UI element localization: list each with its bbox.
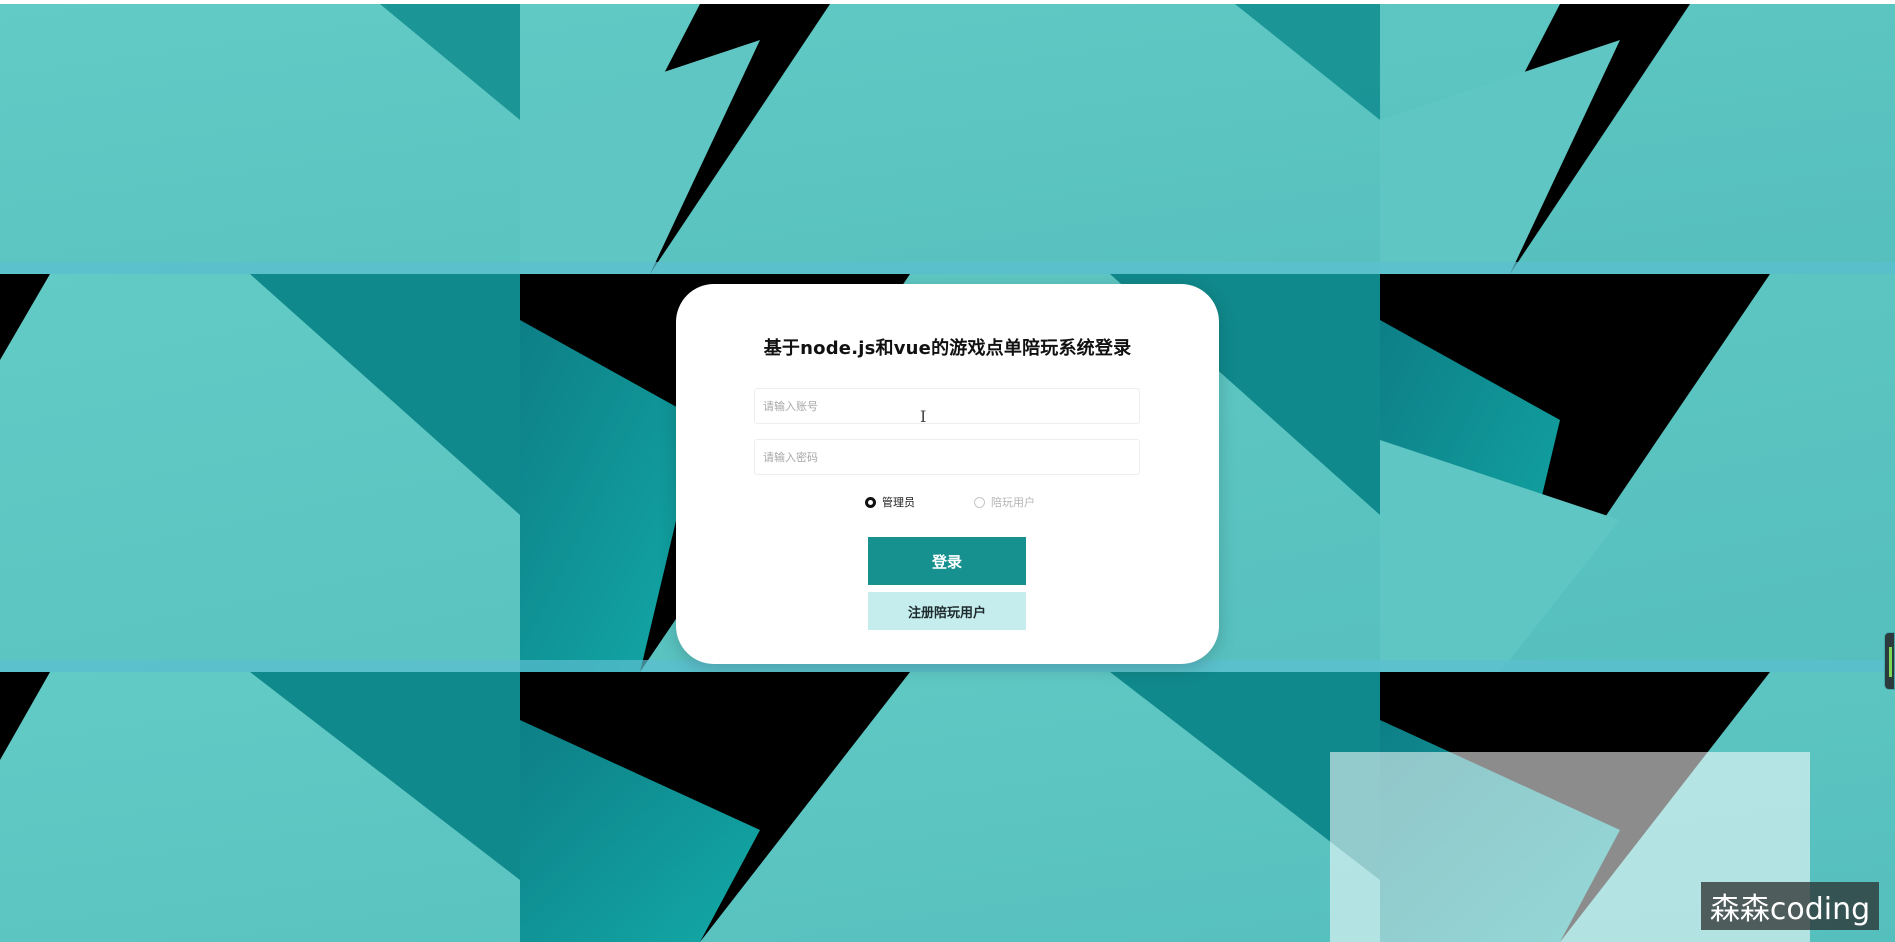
role-radio-group: 管理员 陪玩用户 — [676, 494, 1219, 510]
login-button[interactable]: 登录 — [868, 537, 1026, 585]
password-field[interactable] — [754, 439, 1140, 475]
side-panel-handle[interactable] — [1884, 632, 1895, 690]
account-input[interactable] — [755, 389, 1139, 423]
page-title: 基于node.js和vue的游戏点单陪玩系统登录 — [763, 338, 1132, 359]
register-companion-button[interactable]: 注册陪玩用户 — [868, 592, 1026, 630]
text-cursor-icon: I — [920, 407, 927, 426]
radio-unchecked-icon[interactable] — [974, 496, 985, 508]
watermark: 森森coding — [1701, 882, 1879, 930]
role-option-admin[interactable]: 管理员 — [865, 494, 915, 510]
password-input[interactable] — [755, 440, 1139, 474]
radio-checked-icon[interactable] — [865, 496, 876, 508]
login-card: 基于node.js和vue的游戏点单陪玩系统登录 I 管理员 陪玩用户 登录 注… — [676, 284, 1219, 664]
role-option-label: 陪玩用户 — [991, 496, 1035, 509]
role-option-companion[interactable]: 陪玩用户 — [974, 494, 1035, 510]
account-field[interactable] — [754, 388, 1140, 424]
role-option-label: 管理员 — [882, 496, 915, 509]
